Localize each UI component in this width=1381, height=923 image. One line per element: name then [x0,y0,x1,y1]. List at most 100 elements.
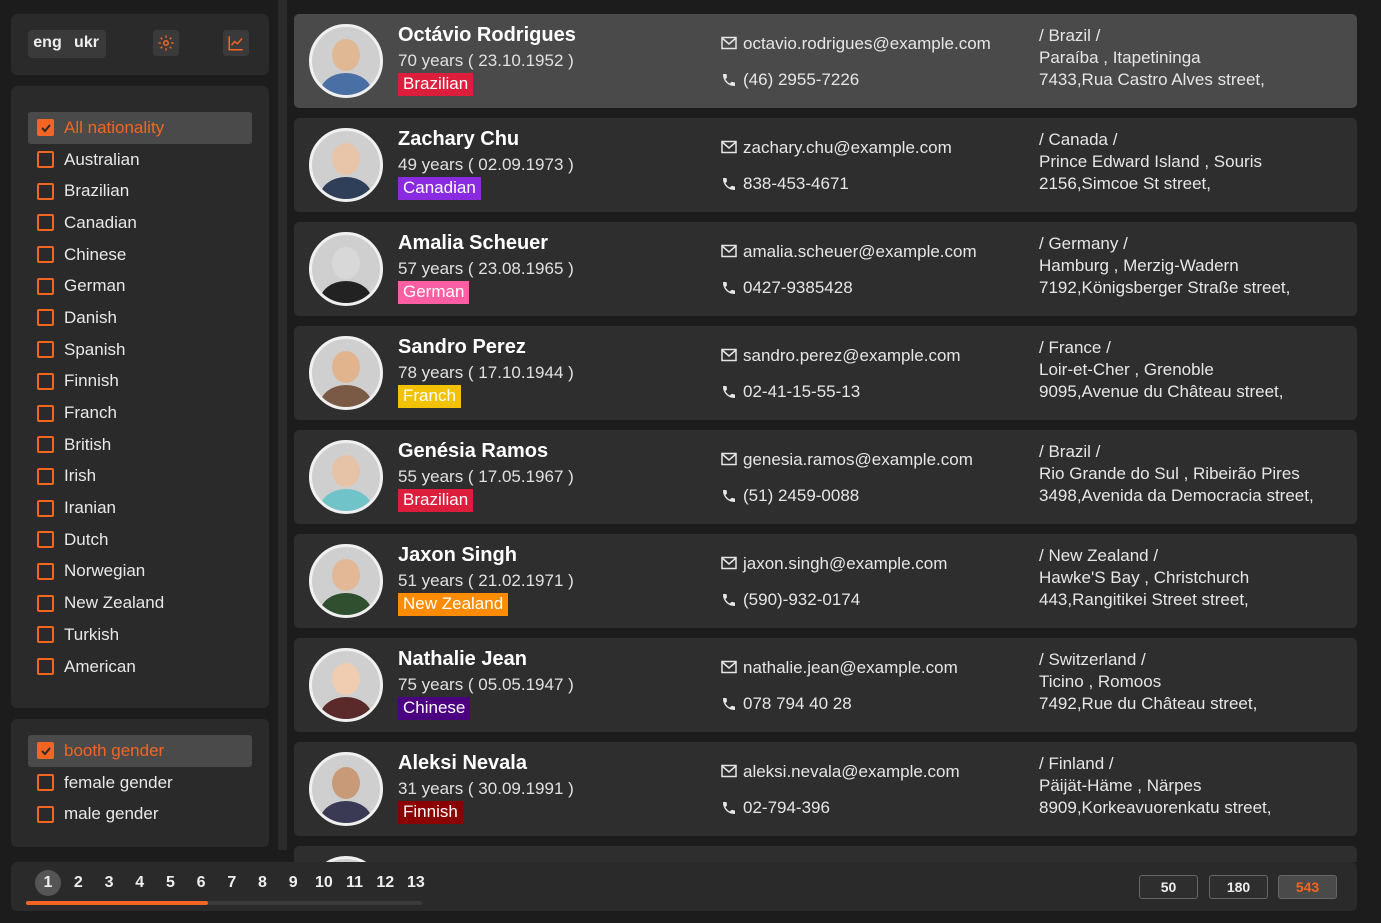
user-email[interactable]: aleksi.nevala@example.com [743,762,960,782]
nationality-badge: Franch [398,385,461,408]
user-card[interactable]: Zachary Chu 49 years ( 02.09.1973 ) Cana… [294,118,1357,212]
checkbox[interactable] [37,372,54,390]
nationality-filter-item[interactable]: Brazilian [28,175,252,207]
page-number[interactable]: 13 [401,870,432,896]
user-card[interactable]: Octávio Rodrigues 70 years ( 23.10.1952 … [294,14,1357,108]
checkbox[interactable] [37,626,54,644]
checkbox[interactable] [37,151,54,169]
page-number[interactable]: 12 [370,870,401,896]
page-number[interactable]: 3 [94,870,125,896]
nationality-filter-item[interactable]: Iranian [28,492,252,524]
user-email[interactable]: sandro.perez@example.com [743,346,961,366]
nationality-filter-item[interactable]: New Zealand [28,587,252,619]
page-size-button[interactable]: 180 [1209,875,1268,899]
user-card[interactable]: Nathalie Jean 75 years ( 05.05.1947 ) Ch… [294,638,1357,732]
user-card[interactable]: Sandro Perez 78 years ( 17.10.1944 ) Fra… [294,326,1357,420]
checkbox[interactable] [37,467,54,485]
user-country: / Germany / [1039,234,1128,253]
checkbox[interactable] [37,774,54,792]
checkbox[interactable] [37,658,54,676]
user-phone[interactable]: 078 794 40 28 [743,694,852,714]
user-email[interactable]: amalia.scheuer@example.com [743,242,977,262]
nationality-filter-item[interactable]: Australian [28,144,252,176]
user-phone[interactable]: 02-794-396 [743,798,830,818]
nationality-filter-item[interactable]: Chinese [28,239,252,271]
checkbox[interactable] [37,805,54,823]
user-phone[interactable]: 838-453-4671 [743,174,849,194]
lang-option-eng[interactable]: eng [28,30,67,58]
nationality-filter-item[interactable]: Turkish [28,619,252,651]
nationality-filter-item[interactable]: Finnish [28,366,252,398]
filter-label: Australian [64,149,140,169]
checkbox[interactable] [37,404,54,422]
nationality-filter-item[interactable]: Canadian [28,207,252,239]
user-email[interactable]: jaxon.singh@example.com [743,554,947,574]
user-card[interactable]: Amalia Scheuer 57 years ( 23.08.1965 ) G… [294,222,1357,316]
checkbox[interactable] [37,119,54,137]
page-number[interactable]: 9 [278,870,309,896]
page-size-button[interactable]: 50 [1139,875,1198,899]
nationality-filter-item[interactable]: Norwegian [28,556,252,588]
gender-filter-item[interactable]: booth gender [28,735,252,767]
user-email[interactable]: octavio.rodrigues@example.com [743,34,991,54]
nationality-filter-item[interactable]: Franch [28,397,252,429]
page-number[interactable]: 10 [309,870,340,896]
checkbox[interactable] [37,436,54,454]
user-card[interactable]: Jaxon Singh 51 years ( 21.02.1971 ) New … [294,534,1357,628]
checkbox[interactable] [37,531,54,549]
checkbox[interactable] [37,341,54,359]
page-number[interactable]: 8 [247,870,278,896]
page-scroll-track[interactable] [26,901,422,905]
user-name: Zachary Chu [398,128,520,150]
nationality-filter-item[interactable]: German [28,270,252,302]
nationality-filter-item[interactable]: British [28,429,252,461]
page-size-button[interactable]: 543 [1278,875,1337,899]
page-number[interactable]: 7 [216,870,247,896]
user-phone[interactable]: (590)-932-0174 [743,590,860,610]
checkbox[interactable] [37,277,54,295]
nationality-badge: Chinese [398,697,471,720]
page-scroll-thumb[interactable] [26,901,208,905]
nationality-filter-item[interactable]: Danish [28,302,252,334]
gender-filter-item[interactable]: male gender [28,798,252,830]
checkbox[interactable] [37,742,54,760]
avatar [309,440,383,514]
checkbox[interactable] [37,562,54,580]
user-card[interactable]: Aleksi Nevala 31 years ( 30.09.1991 ) Fi… [294,742,1357,836]
checkbox[interactable] [37,246,54,264]
checkbox[interactable] [37,182,54,200]
nationality-filter-item[interactable]: Dutch [28,524,252,556]
page-number[interactable]: 11 [339,870,370,896]
checkbox[interactable] [37,214,54,232]
avatar [309,24,383,98]
user-email[interactable]: nathalie.jean@example.com [743,658,958,678]
user-region: Paraíba , Itapetininga [1039,48,1201,67]
nationality-filter-item[interactable]: All nationality [28,112,252,144]
user-card-partial[interactable] [294,846,1357,862]
gender-filter-item[interactable]: female gender [28,767,252,799]
checkbox[interactable] [37,499,54,517]
checkbox[interactable] [37,594,54,612]
checkbox[interactable] [37,309,54,327]
page-number[interactable]: 5 [155,870,186,896]
nationality-filter-item[interactable]: American [28,651,252,683]
user-phone[interactable]: (51) 2459-0088 [743,486,859,506]
settings-button[interactable] [153,30,179,56]
user-email[interactable]: genesia.ramos@example.com [743,450,973,470]
nationality-filter-item[interactable]: Irish [28,461,252,493]
page-number[interactable]: 4 [124,870,155,896]
lang-option-ukr[interactable]: ukr [67,30,106,58]
stats-button[interactable] [223,30,249,56]
nationality-filter-item[interactable]: Spanish [28,334,252,366]
user-phone[interactable]: 02-41-15-55-13 [743,382,860,402]
user-country: / Brazil / [1039,442,1101,461]
page-number[interactable]: 1 [35,870,61,896]
panel-divider[interactable] [278,0,287,850]
page-number[interactable]: 2 [63,870,94,896]
user-phone[interactable]: 0427-9385428 [743,278,853,298]
user-card[interactable]: Genésia Ramos 55 years ( 17.05.1967 ) Br… [294,430,1357,524]
user-phone[interactable]: (46) 2955-7226 [743,70,859,90]
user-email[interactable]: zachary.chu@example.com [743,138,952,158]
page-number[interactable]: 6 [186,870,217,896]
user-name: Aleksi Nevala [398,752,527,774]
